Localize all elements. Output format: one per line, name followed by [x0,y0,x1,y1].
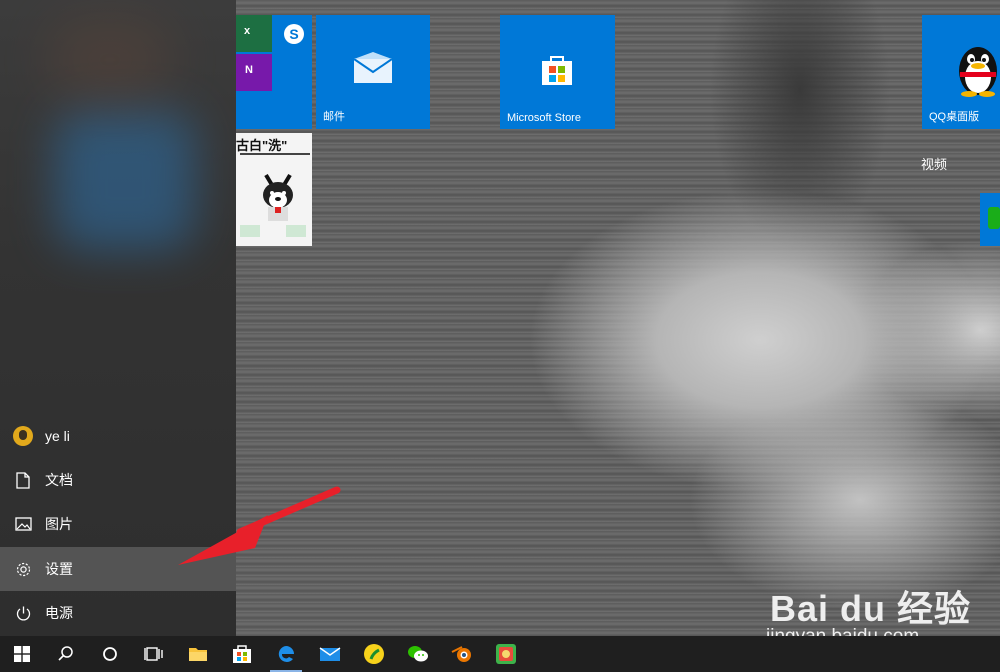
edge-icon [278,646,294,662]
cortana-button[interactable] [88,636,132,672]
documents-item[interactable]: 文档 [0,458,236,502]
document-icon [13,470,33,490]
mail-icon [353,52,393,83]
documents-label: 文档 [45,472,73,488]
settings-label: 设置 [45,561,73,577]
mail-taskbar-button[interactable] [308,636,352,672]
office-tile-group[interactable]: x N S [236,15,312,129]
blurred-background [55,110,195,250]
photo-caption: 古白"洗" [236,138,288,153]
task-view-icon [144,647,163,661]
pictures-label: 图片 [45,516,73,532]
blurred-background [50,20,170,100]
mail-icon [319,647,341,661]
store-taskbar-button[interactable] [220,636,264,672]
task-view-button[interactable] [132,636,176,672]
green-app-icon [988,207,1000,229]
wechat-button[interactable] [396,636,440,672]
taskbar [0,636,1000,672]
app-icon [496,644,516,664]
excel-icon[interactable]: x [236,15,272,52]
blender-button[interactable] [440,636,484,672]
user-avatar [13,426,33,446]
photo-tile[interactable]: 古白"洗" [236,133,312,246]
start-button[interactable] [0,636,44,672]
settings-item[interactable]: 设置 [0,547,236,591]
power-icon [13,603,33,623]
search-button[interactable] [44,636,88,672]
baidu-watermark: Bai du 经验 jingyan.baidu.com [766,580,972,647]
app-button[interactable] [484,636,528,672]
qq-label: QQ桌面版 [929,111,980,123]
photo-text-line [240,153,310,155]
blender-icon [451,646,471,662]
cortana-icon [103,647,117,661]
file-explorer-button[interactable] [176,636,220,672]
photo-detail [240,225,260,237]
store-label: Microsoft Store [507,112,581,124]
user-account-item[interactable]: ye li [0,414,236,458]
store-icon [233,645,251,663]
edge-button[interactable] [264,636,308,672]
power-label: 电源 [45,605,73,621]
wechat-icon [408,646,428,662]
skype-icon[interactable]: S [284,24,304,44]
gear-icon [13,559,33,579]
power-item[interactable]: 电源 [0,591,236,635]
start-menu-rail: ye li 文档 图片 设置 电源 [0,0,236,636]
folder-icon [189,648,207,661]
qq-penguin-icon [959,47,997,97]
mail-tile[interactable]: 邮件 [316,15,430,129]
mail-label: 邮件 [323,111,345,123]
kuwo-music-button[interactable] [352,636,396,672]
pictures-item[interactable]: 图片 [0,502,236,546]
photo-detail [286,225,306,237]
picture-icon [13,514,33,534]
partial-tile[interactable] [980,193,1000,246]
user-name: ye li [45,428,70,444]
onenote-icon[interactable]: N [236,54,272,91]
watermark-brand: Bai du 经验 [770,588,972,629]
search-icon [58,646,73,661]
video-group-label: 视频 [921,157,948,172]
store-icon [542,56,572,85]
windows-icon [14,646,30,662]
husky-icon [263,173,293,221]
kuwo-music-icon [364,644,384,664]
qq-tile[interactable]: QQ桌面版 [922,15,1000,129]
store-tile[interactable]: Microsoft Store [500,15,615,129]
